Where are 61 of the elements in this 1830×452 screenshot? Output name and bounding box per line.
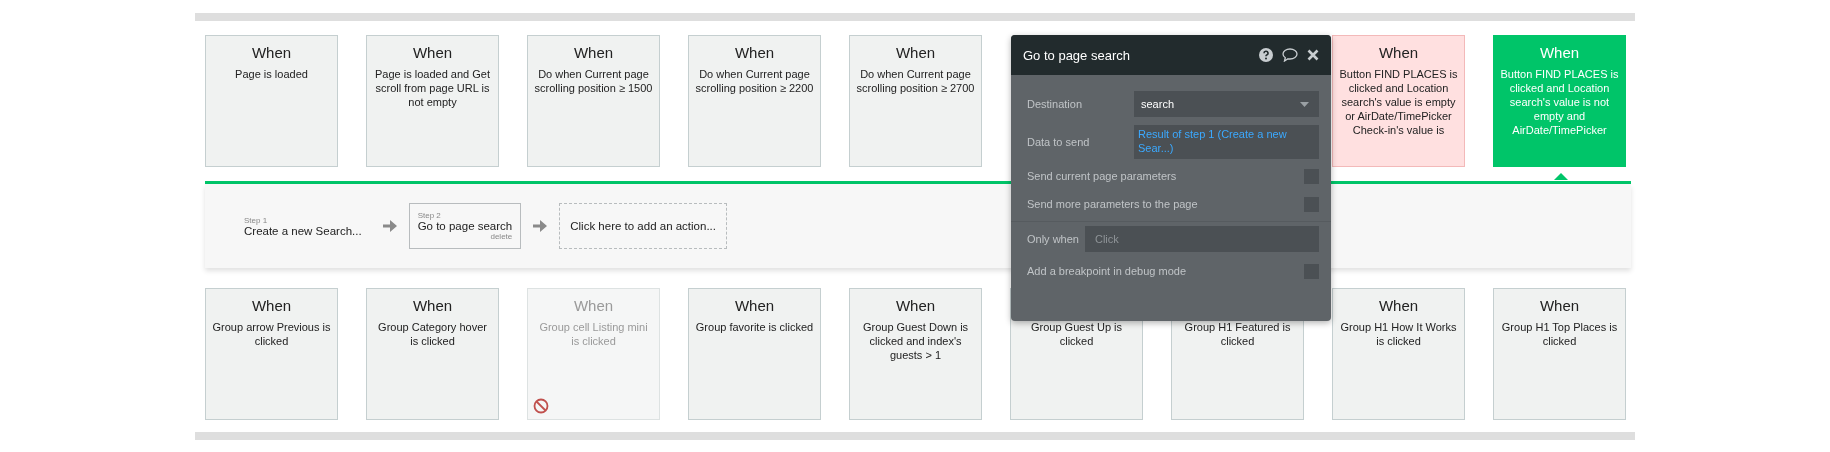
event-title: When — [1538, 44, 1581, 63]
event-condition: Group Category hover is clicked — [377, 320, 488, 348]
event-title: When — [1377, 297, 1420, 316]
event-card[interactable]: When Group Guest Down is clicked and index's guests > 1 — [849, 288, 982, 420]
event-condition: Do when Current page scrolling position ≥ 2700 — [856, 67, 975, 95]
event-title: When — [894, 297, 937, 316]
event-title: When — [250, 297, 293, 316]
close-icon[interactable] — [1307, 49, 1319, 61]
event-card[interactable]: When Group H1 How It Works is clicked — [1332, 288, 1465, 420]
destination-label: Destination — [1027, 98, 1084, 110]
event-condition: Page is loaded and Get scroll from page URL is not empty — [374, 67, 491, 109]
event-card[interactable]: When Do when Current page scrolling position ≥ 2200 — [688, 35, 821, 167]
event-card[interactable]: When Page is loaded and Get scroll from page URL is not empty — [366, 35, 499, 167]
event-card[interactable]: When Do when Current page scrolling position ≥ 2700 — [849, 35, 982, 167]
event-condition: Page is loaded — [234, 67, 309, 81]
event-condition: Group cell Listing mini is clicked — [538, 320, 649, 348]
option-label: Send more parameters to the page — [1027, 198, 1199, 210]
only-when-field[interactable]: Click — [1085, 226, 1319, 252]
event-condition: Group Guest Down is clicked and index's guests > 1 — [861, 320, 970, 362]
event-condition: Do when Current page scrolling position ≥ 2200 — [695, 67, 814, 95]
help-icon[interactable] — [1259, 48, 1273, 62]
event-condition: Button FIND PLACES is clicked and Location search's value is empty or AirDate/TimePicker Check-in's value is — [1339, 67, 1458, 137]
step-item[interactable]: Step 1 Create a new Search... — [235, 203, 371, 249]
event-condition: Group H1 How It Works is clicked — [1339, 320, 1458, 348]
event-title: When — [1538, 297, 1581, 316]
breakpoint-label: Add a breakpoint in debug mode — [1027, 265, 1187, 277]
event-title: When — [1377, 44, 1420, 63]
comment-icon[interactable] — [1282, 48, 1298, 62]
event-title: When — [733, 297, 776, 316]
data-to-send-label: Data to send — [1027, 136, 1091, 148]
event-condition: Group H1 Featured is clicked — [1183, 320, 1292, 348]
arrow-icon — [533, 220, 548, 232]
event-card[interactable]: When Group Category hover is clicked — [366, 288, 499, 420]
event-condition: Group arrow Previous is clicked — [212, 320, 331, 348]
only-when-label: Only when — [1027, 233, 1079, 245]
event-card[interactable]: When Group arrow Previous is clicked — [205, 288, 338, 420]
step-item[interactable]: Step 2 Go to page search delete — [408, 203, 522, 249]
destination-dropdown[interactable]: search — [1134, 91, 1319, 117]
event-card[interactable]: When Page is loaded — [205, 35, 338, 167]
event-condition: Group H1 Top Places is clicked — [1500, 320, 1619, 348]
event-title: When — [250, 44, 293, 63]
event-title: When — [894, 44, 937, 63]
event-condition: Button FIND PLACES is clicked and Location search's value is not empty and AirDate/TimePicker — [1500, 67, 1619, 137]
arrow-icon — [382, 220, 397, 232]
option-label: Send current page parameters — [1027, 170, 1178, 182]
event-card[interactable]: When Group H1 Top Places is clicked — [1493, 288, 1626, 420]
event-title: When — [572, 297, 615, 316]
event-condition: Do when Current page scrolling position ≥ 1500 — [534, 67, 653, 95]
panel-title: Go to page search — [1023, 47, 1131, 63]
add-action-button[interactable]: Click here to add an action... — [559, 203, 727, 249]
event-condition: Group Guest Up is clicked — [1029, 320, 1124, 348]
event-card[interactable]: When Button FIND PLACES is clicked and Location search's value is empty or AirDate/TimePicker Check-in's value is — [1332, 35, 1465, 167]
event-title: When — [411, 44, 454, 63]
caret-icon — [1300, 101, 1309, 107]
event-card[interactable]: When Group favorite is clicked — [688, 288, 821, 420]
event-title: When — [733, 44, 776, 63]
event-card[interactable]: When Do when Current page scrolling position ≥ 1500 — [527, 35, 660, 167]
disabled-icon — [533, 398, 549, 414]
event-title: When — [572, 44, 615, 63]
event-title: When — [411, 297, 454, 316]
event-condition: Group favorite is clicked — [695, 320, 814, 334]
